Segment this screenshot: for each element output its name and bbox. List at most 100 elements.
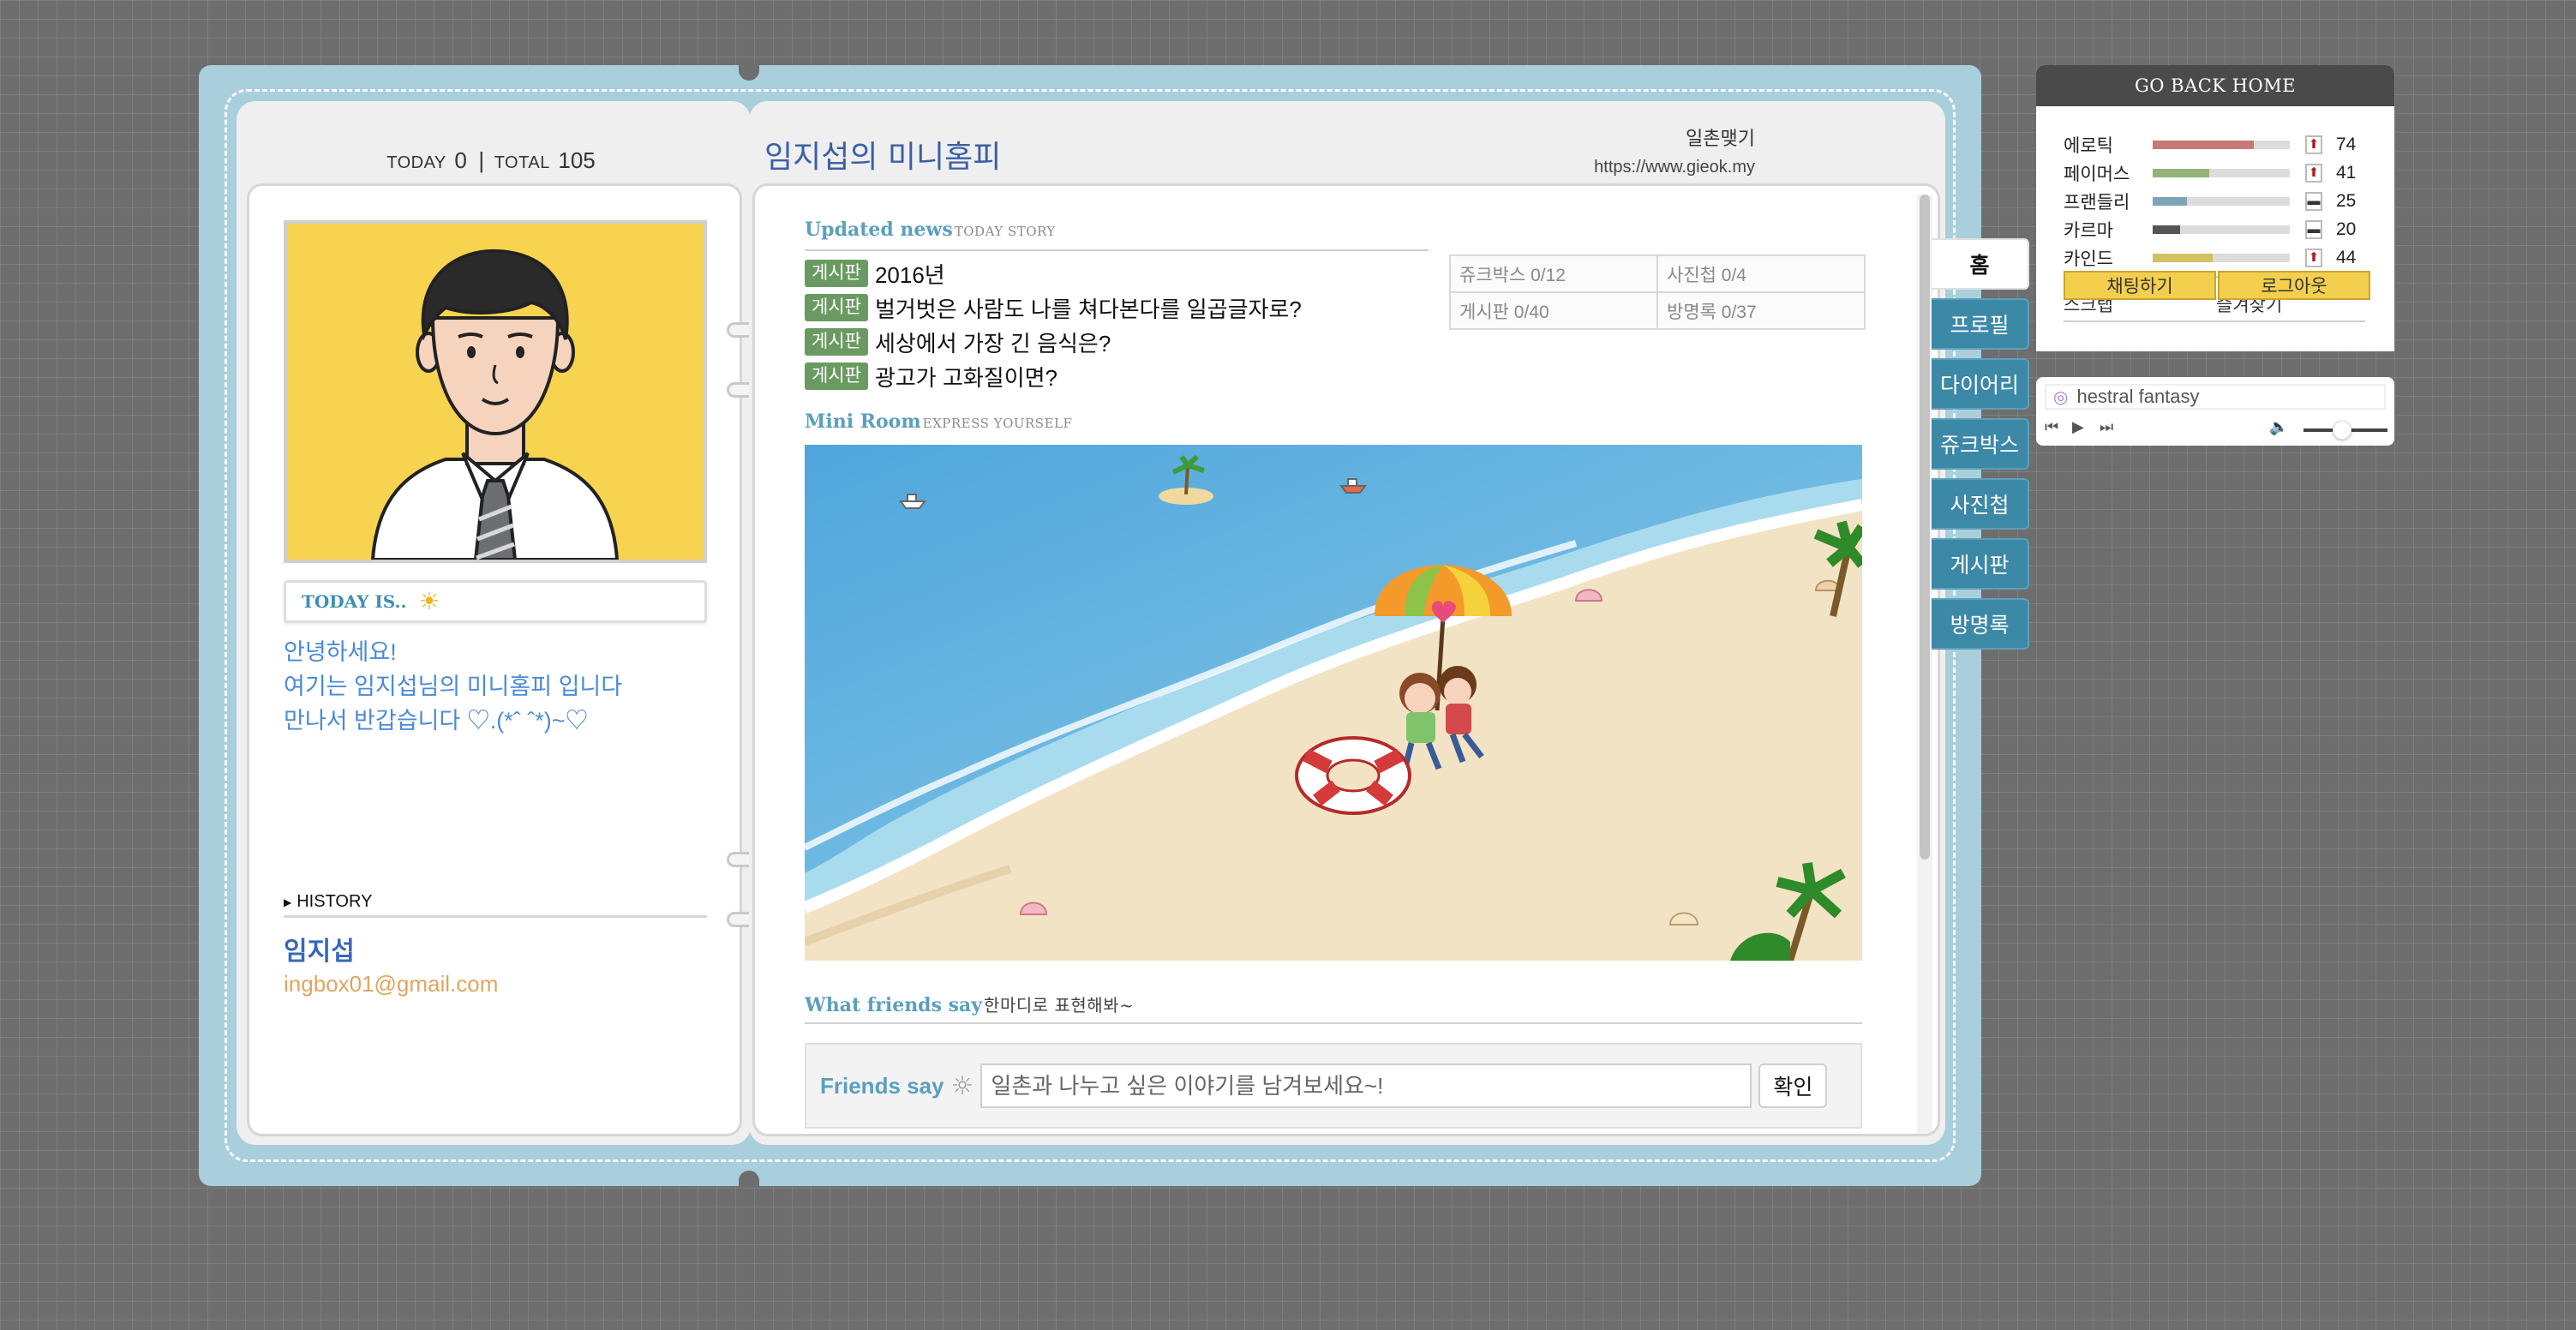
greeting-text: 안녕하세요! 여기는 임지섭님의 미니홈피 입니다 만나서 반갑습니다 ♡.(*…: [284, 635, 712, 738]
stat-row: 카르마 ▬ 20: [2064, 215, 2372, 243]
avatar-illustration: [287, 224, 704, 560]
news-item[interactable]: 게시판 세상에서 가장 긴 음식은?: [805, 325, 1422, 359]
news-text: 2016년: [874, 261, 945, 288]
news-text: 벌거벗은 사람도 나를 쳐다본다를 일곱글자로?: [874, 296, 1302, 322]
news-item[interactable]: 게시판 광고가 고화질이면?: [805, 359, 1422, 393]
news-text: 광고가 고화질이면?: [874, 364, 1058, 391]
stat-value: 25: [2336, 190, 2357, 211]
logout-button[interactable]: 로그아웃: [2218, 271, 2370, 300]
greeting-line: 만나서 반갑습니다 ♡.(*ˆ ˆ*)~♡: [284, 708, 589, 734]
content-stats-table: 쥬크박스 0/12 사진첩 0/4 게시판 0/40 방명록 0/37: [1449, 255, 1866, 330]
stat-bar: [2153, 168, 2290, 177]
updated-news-title: Updated news TODAY STORY: [805, 219, 1056, 241]
greeting-line: 안녕하세요!: [284, 639, 397, 665]
song-display: ◎ hestral fantasy: [2045, 384, 2386, 410]
stat-name: 프랜들리: [2064, 192, 2130, 213]
arrow-up-icon: ⬆: [2305, 248, 2322, 267]
sun-icon: ☀: [418, 587, 440, 615]
stat-name: 페이머스: [2064, 164, 2130, 184]
widget-divider: [2064, 321, 2365, 322]
stat-bar: [2153, 140, 2290, 149]
stat-bar-fill: [2153, 140, 2255, 149]
tab-board[interactable]: 게시판: [1932, 538, 2029, 590]
sun-icon: ☼: [950, 1070, 974, 1101]
homepage-title[interactable]: 임지섭의 미니홈피: [764, 132, 1001, 177]
section-divider: [805, 1022, 1862, 1024]
stat-bar-fill: [2153, 253, 2214, 262]
friends-say-form: Friends say ☼ 확인: [805, 1043, 1862, 1129]
go-back-home-button[interactable]: GO BACK HOME: [2036, 65, 2394, 106]
tab-guestbook[interactable]: 방명록: [1932, 598, 2029, 650]
friends-say-subtitle: 한마디로 표현해봐~: [984, 995, 1135, 1015]
stat-row: 에로틱 ⬆ 74: [2064, 130, 2372, 159]
disc-icon: ◎: [2053, 387, 2069, 407]
tab-photos[interactable]: 사진첩: [1932, 478, 2029, 530]
spine-notch-top: [739, 63, 759, 81]
stat-bar: [2153, 225, 2290, 234]
today-count: 0: [454, 147, 467, 173]
tab-jukebox[interactable]: 쥬크박스: [1932, 418, 2029, 470]
news-text: 세상에서 가장 긴 음식은?: [874, 330, 1111, 356]
today-is-label: TODAY IS..: [302, 591, 407, 612]
friends-say-input[interactable]: [980, 1063, 1752, 1108]
owner-email[interactable]: ingbox01@gmail.com: [284, 971, 498, 998]
dash-icon: ▬: [2305, 191, 2322, 211]
news-item[interactable]: 게시판 벌거벗은 사람도 나를 쳐다본다를 일곱글자로?: [805, 291, 1422, 325]
beach-scene-illustration: [805, 445, 1862, 961]
stat-bar-fill: [2153, 225, 2180, 234]
volume-slider-knob[interactable]: [2333, 421, 2351, 440]
play-icon[interactable]: ▶: [2072, 420, 2084, 435]
total-count: 105: [558, 147, 596, 173]
visit-counter: TODAY 0 | TOTAL 105: [237, 147, 751, 174]
news-tag: 게시판: [805, 362, 868, 390]
next-track-icon[interactable]: ⏭: [2100, 420, 2113, 435]
total-label: TOTAL: [494, 153, 550, 172]
scrollbar[interactable]: [1917, 195, 1932, 1134]
stat-board[interactable]: 게시판 0/40: [1449, 291, 1658, 330]
stat-row: 페이머스 ⬆ 41: [2064, 159, 2372, 187]
left-page: TODAY 0 | TOTAL 105 TODAY IS.. ☀ 안녕하세요! …: [237, 101, 751, 1145]
news-tag: 게시판: [805, 294, 868, 321]
stat-jukebox[interactable]: 쥬크박스 0/12: [1449, 255, 1658, 293]
song-title: hestral fantasy: [2076, 386, 2200, 407]
stat-value: 44: [2336, 247, 2357, 267]
friends-say-label: Friends say: [820, 1072, 944, 1099]
chat-button[interactable]: 채팅하기: [2064, 271, 2216, 300]
stat-row: 프랜들리 ▬ 25: [2064, 187, 2372, 215]
tab-home[interactable]: 홈: [1932, 238, 2029, 290]
friends-say-title: What friends say 한마디로 표현해봐~: [805, 994, 1135, 1016]
news-list: 게시판 2016년 게시판 벌거벗은 사람도 나를 쳐다본다를 일곱글자로? 게…: [805, 256, 1422, 393]
arrow-up-icon: ⬆: [2305, 163, 2322, 183]
stat-name: 에로틱: [2064, 135, 2113, 156]
stat-name: 카르마: [2064, 220, 2113, 241]
stat-bar-fill: [2153, 196, 2187, 206]
status-widget: GO BACK HOME 에로틱 ⬆ 74 페이머스 ⬆ 41 프랜들리 ▬ 25 카르마 ▬ 20 카…: [2036, 65, 2394, 351]
updated-news-subtitle: TODAY STORY: [954, 224, 1056, 239]
stat-bar-fill: [2153, 168, 2209, 177]
stat-bar: [2153, 253, 2290, 262]
stat-row: 카인드 ⬆ 44: [2064, 243, 2372, 272]
scrollbar-thumb[interactable]: [1920, 195, 1930, 860]
owner-name: 임지섭: [284, 938, 355, 966]
main-content-card: Updated news TODAY STORY 게시판 2016년 게시판 벌거…: [752, 183, 1940, 1136]
today-is-mood-box[interactable]: TODAY IS.. ☀: [284, 580, 707, 623]
spine-notch-bottom: [739, 1171, 759, 1188]
news-item[interactable]: 게시판 2016년: [805, 256, 1422, 291]
ilchon-link[interactable]: 일촌맺기: [1686, 123, 1755, 151]
history-toggle[interactable]: ▶ HISTORY: [284, 889, 707, 918]
confirm-button[interactable]: 확인: [1758, 1063, 1828, 1108]
stat-guestbook[interactable]: 방명록 0/37: [1656, 291, 1866, 330]
greeting-line: 여기는 임지섭님의 미니홈피 입니다: [284, 674, 623, 699]
tab-diary[interactable]: 다이어리: [1932, 358, 2029, 410]
site-url[interactable]: https://www.gieok.my: [1594, 158, 1755, 177]
stat-value: 74: [2336, 134, 2357, 154]
previous-track-icon[interactable]: ⏮: [2045, 420, 2058, 435]
right-page: 임지섭의 미니홈피 일촌맺기 https://www.gieok.my Upda…: [749, 101, 1945, 1145]
tab-profile[interactable]: 프로필: [1932, 298, 2029, 350]
volume-icon[interactable]: 🔈: [2269, 420, 2288, 435]
dash-icon: ▬: [2305, 219, 2322, 239]
mini-room-image[interactable]: [805, 445, 1862, 961]
stat-photos[interactable]: 사진첩 0/4: [1656, 255, 1866, 293]
stat-value: 41: [2336, 162, 2357, 183]
profile-avatar-image[interactable]: [284, 220, 707, 563]
